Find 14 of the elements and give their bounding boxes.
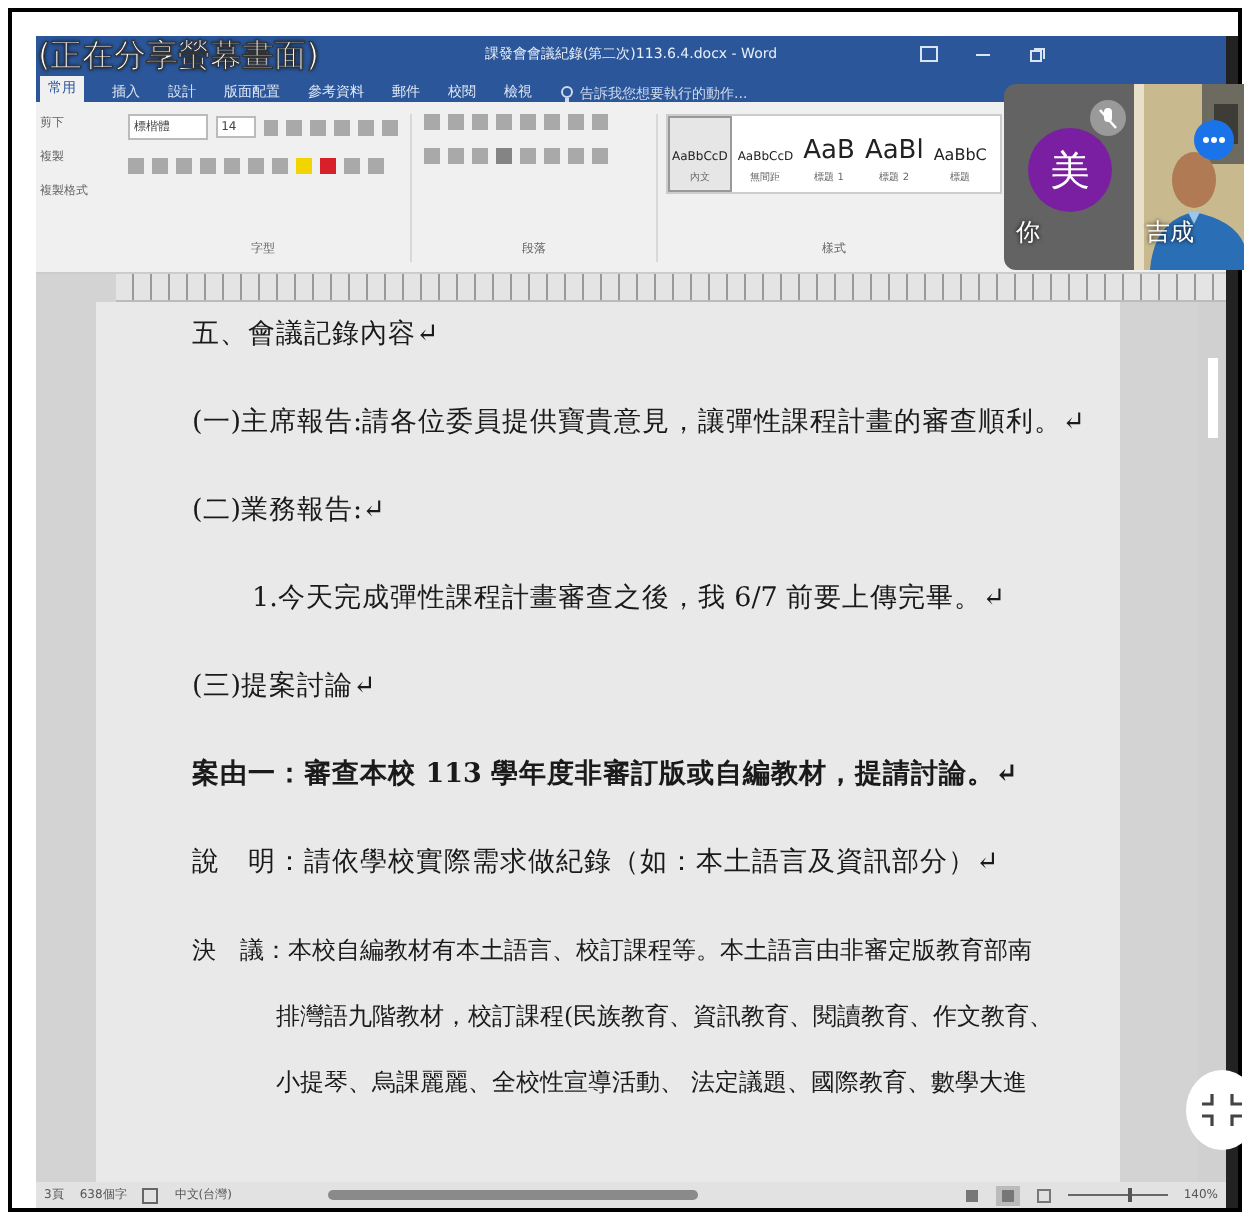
document-line: 小提琴、烏課麗麗、全校性宣導活動、 法定議題、國際教育、數學大進 <box>274 1066 1030 1100</box>
document-line: (一)主席報告:請各位委員提供寶貴意見，讓彈性課程計畫的審查順利。↵ <box>192 404 1087 442</box>
document-line: (三)提案討論↵ <box>192 668 378 706</box>
document-line: (二)業務報告:↵ <box>192 492 387 530</box>
participant-tile[interactable]: 美 你 <box>1004 84 1134 270</box>
document-line: 案由一：審查本校 113 學年度非審訂版或自編教材，提請討論。↵ <box>192 756 1020 794</box>
document-line: 排灣語九階教材，校訂課程(民族教育、資訊教育、閱讀教育、作文教育、 <box>274 1000 1056 1034</box>
document-line: 1.今天完成彈性課程計畫審查之後，我 6/7 前要上傳完畢。↵ <box>250 580 1008 618</box>
document-line: 說 明：請依學校實際需求做紀錄（如：本土語言及資訊部分）↵ <box>192 844 1001 882</box>
document-line: 決 議：本校自編教材有本土語言、校訂課程等。本土語言由非審定版教育部南 <box>192 934 1034 968</box>
sharing-status-label: (正在分享螢幕畫面) <box>38 40 319 70</box>
participant-name: 你 <box>1016 216 1040 250</box>
avatar: 美 <box>1028 128 1112 212</box>
document-line: 五、會議記錄內容↵ <box>192 316 441 354</box>
